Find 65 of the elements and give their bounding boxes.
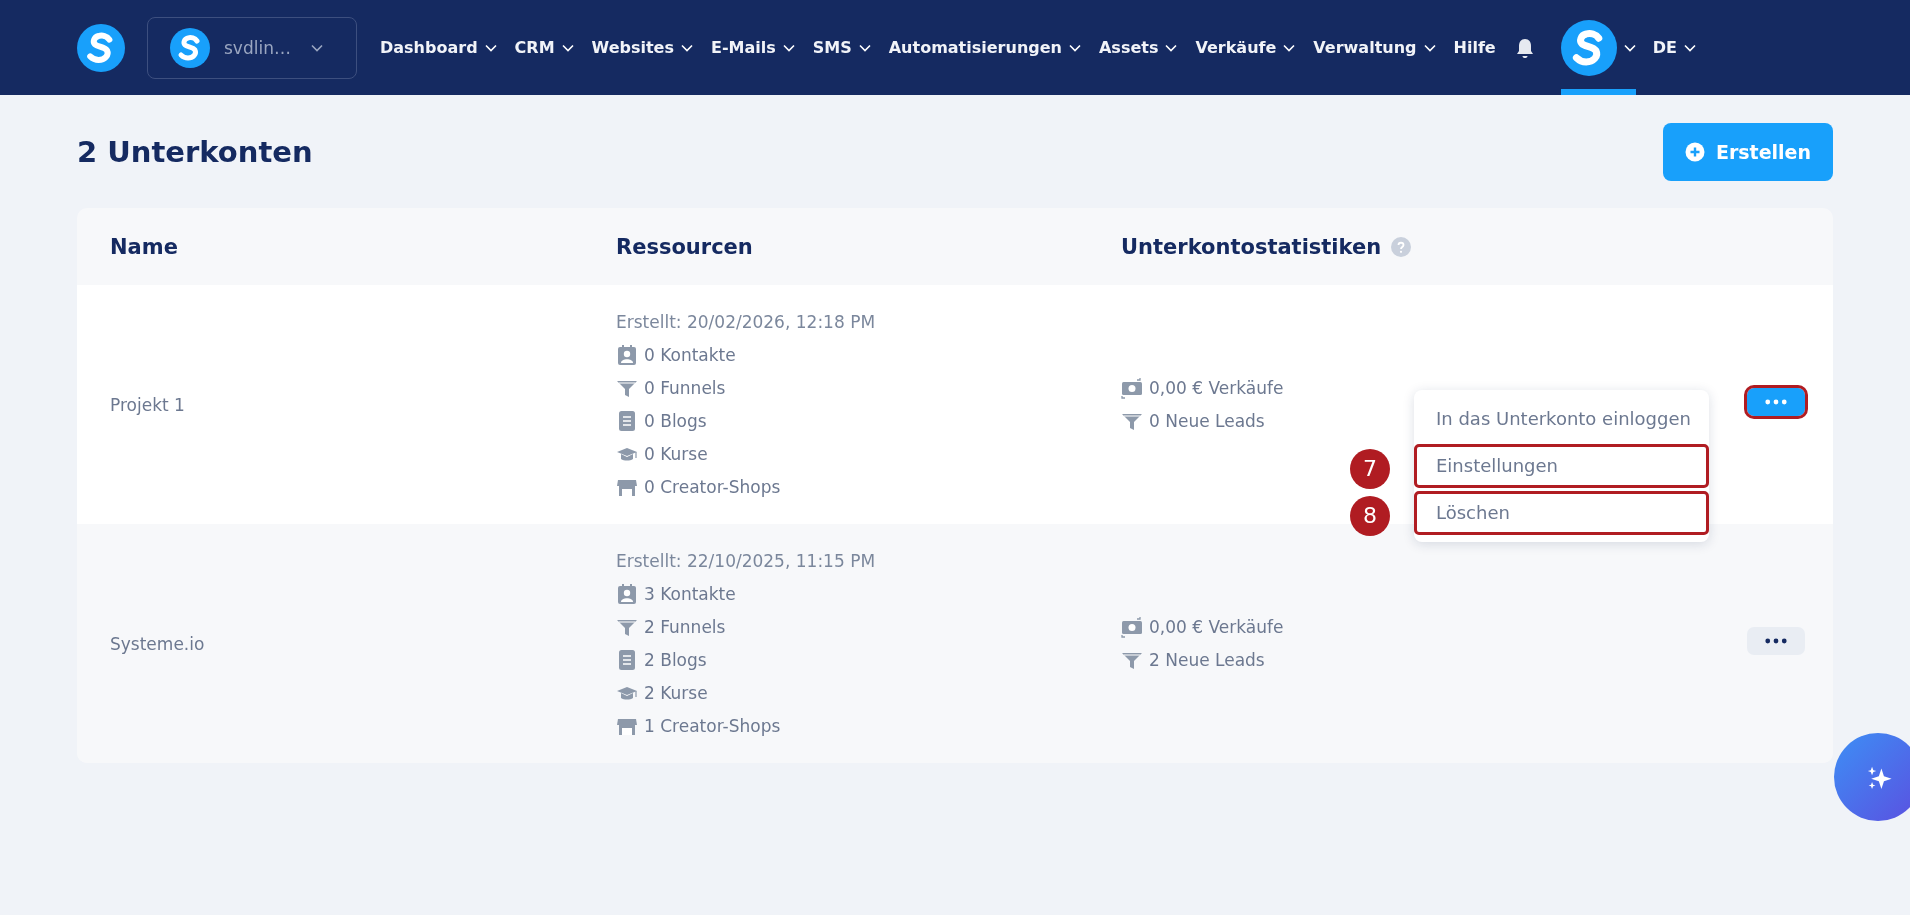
nav-menu-item[interactable]: Automatisierungen: [879, 27, 1090, 68]
plus-icon: [1684, 141, 1705, 162]
resource-count: 3 Kontakte: [644, 584, 736, 604]
document-icon: [616, 410, 638, 432]
caret-icon: [1165, 43, 1178, 52]
nav-menu-item[interactable]: Verwaltung: [1304, 27, 1445, 68]
document-icon: [616, 649, 638, 671]
resource-count: 0 Neue Leads: [1149, 411, 1265, 431]
caret-icon: [1283, 43, 1296, 52]
contact-card-icon: [616, 583, 638, 605]
menu-item[interactable]: In das Unterkonto einloggen: [1414, 397, 1709, 441]
menu-item[interactable]: Löschen: [1414, 491, 1709, 535]
caret-icon: [1683, 43, 1696, 52]
banknote-icon: [1121, 616, 1143, 638]
logo-icon[interactable]: [77, 23, 125, 72]
caret-icon: [1623, 43, 1636, 52]
caret-icon: [858, 43, 871, 52]
language-selector[interactable]: DE: [1643, 27, 1705, 68]
created-date: Erstellt: 22/10/2025, 11:15 PM: [616, 549, 877, 573]
menu-item[interactable]: Einstellungen: [1414, 444, 1709, 488]
contact-card-icon: [616, 344, 638, 366]
nav-menu-item[interactable]: E-Mails: [702, 27, 804, 68]
step-badge: 8: [1350, 496, 1390, 536]
resource-count: 2 Kurse: [644, 683, 708, 703]
caret-icon: [1069, 43, 1081, 52]
account-selector[interactable]: svdlin…: [147, 16, 357, 79]
caret-icon: [484, 43, 497, 52]
banknote-icon: [1121, 377, 1143, 399]
account-logo-icon[interactable]: [170, 27, 210, 68]
nav-menu-item[interactable]: Websites: [582, 27, 702, 68]
page-title: 2 Unterkonten: [77, 134, 313, 169]
dots-icon: [1765, 398, 1787, 405]
resource-count: 0,00 € Verkäufe: [1149, 617, 1284, 637]
more-options-button[interactable]: [1747, 387, 1805, 416]
resource-count: 0 Kurse: [644, 444, 708, 464]
resource-count: 2 Funnels: [644, 617, 726, 637]
column-header: Name: [110, 234, 178, 259]
caret-icon: [681, 43, 693, 52]
nav-menu-item[interactable]: CRM: [505, 27, 583, 68]
resource-count: 0 Blogs: [644, 411, 707, 431]
resource-count: 2 Blogs: [644, 650, 707, 670]
dots-icon: [1765, 637, 1787, 644]
column-header: Unterkontostatistiken: [1121, 234, 1382, 259]
account-name: Systeme.io: [110, 633, 206, 654]
resource-count: 2 Neue Leads: [1149, 650, 1265, 670]
caret-icon: [1423, 43, 1436, 52]
nav-menu-item[interactable]: Hilfe: [1444, 27, 1505, 68]
account-name: Projekt 1: [110, 394, 186, 415]
more-options-button[interactable]: [1747, 626, 1805, 655]
resource-count: 1 Creator-Shops: [644, 716, 781, 736]
created-date: Erstellt: 20/02/2026, 12:18 PM: [616, 310, 877, 334]
step-badge: 7: [1350, 449, 1390, 489]
caret-icon: [310, 43, 323, 52]
nav-menu-item[interactable]: Dashboard: [371, 27, 506, 68]
sparkle-button[interactable]: [1834, 733, 1910, 821]
caret-icon: [782, 43, 795, 52]
column-header: Ressourcen: [616, 234, 753, 259]
resource-count: 0 Kontakte: [644, 345, 736, 365]
nav-menu-item[interactable]: Verkäufe: [1186, 27, 1305, 68]
nav-menu-item[interactable]: SMS: [803, 27, 880, 68]
nav-menu-item[interactable]: Assets: [1090, 27, 1187, 68]
resource-count: 0,00 € Verkäufe: [1149, 378, 1284, 398]
resource-count: 0 Funnels: [644, 378, 726, 398]
resource-count: 0 Creator-Shops: [644, 477, 781, 497]
caret-icon: [561, 43, 574, 52]
